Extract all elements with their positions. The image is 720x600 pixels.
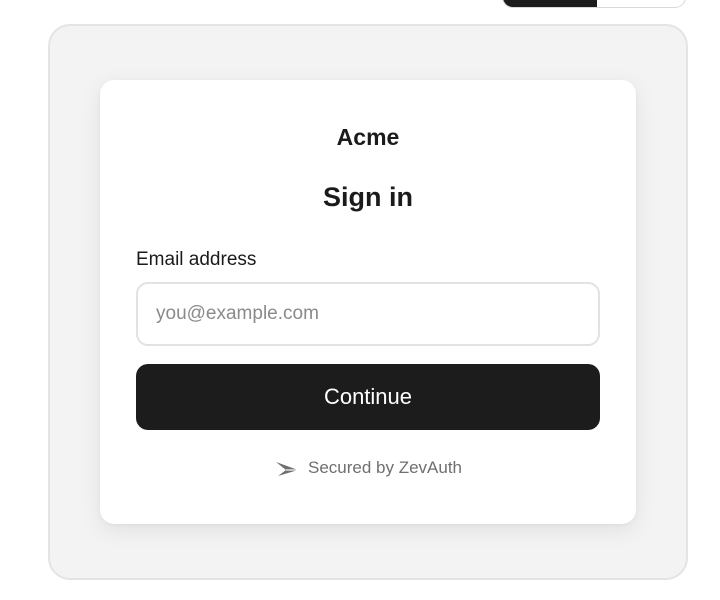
secured-by-footer: Secured by ZevAuth <box>100 458 636 478</box>
page-title: Sign in <box>323 182 413 212</box>
secured-by-text[interactable]: Secured by ZevAuth <box>308 458 462 478</box>
email-field[interactable] <box>136 282 600 346</box>
view-toggle-option[interactable] <box>597 0 685 7</box>
sign-in-card: Acme Sign in Email address Continue Secu… <box>100 80 636 524</box>
page: Acme Sign in Email address Continue Secu… <box>0 0 720 600</box>
view-toggle <box>502 0 686 8</box>
view-toggle-option-active[interactable] <box>503 0 597 7</box>
brand-name: Acme <box>336 124 400 150</box>
zevauth-logo-icon <box>274 458 300 478</box>
email-label: Email address <box>136 249 257 270</box>
continue-button[interactable]: Continue <box>136 364 600 430</box>
